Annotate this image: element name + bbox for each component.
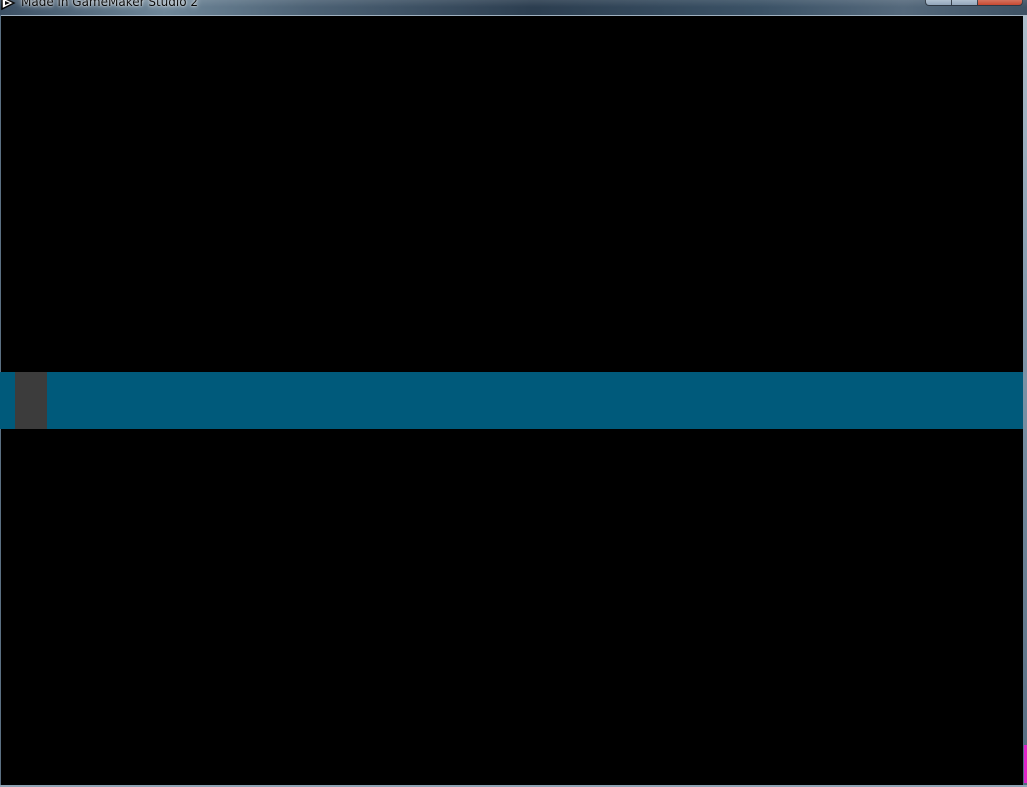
- floor-band: [0, 372, 1023, 429]
- window-frame-right[interactable]: [1023, 15, 1027, 787]
- title-bar[interactable]: Made in GameMaker Studio 2: [0, 0, 1027, 15]
- caption-buttons: [925, 0, 1023, 6]
- maximize-button[interactable]: [952, 0, 978, 6]
- player-block: [15, 372, 47, 429]
- gamemaker-icon: [1, 0, 16, 11]
- game-canvas[interactable]: [0, 15, 1023, 785]
- minimize-button[interactable]: [925, 0, 952, 6]
- close-button[interactable]: [978, 0, 1023, 6]
- window-title: Made in GameMaker Studio 2: [21, 0, 199, 9]
- game-window: Made in GameMaker Studio 2: [0, 0, 1027, 787]
